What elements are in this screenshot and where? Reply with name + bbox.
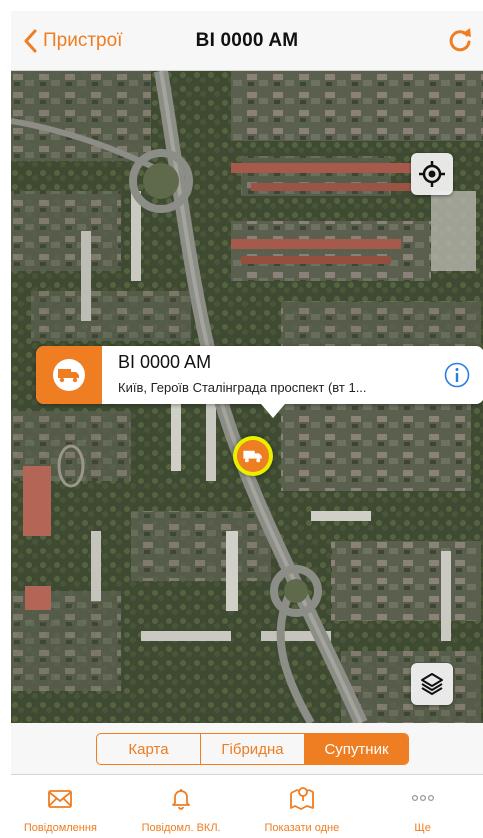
envelope-icon	[48, 790, 73, 808]
crosshair-icon	[419, 161, 445, 187]
tab-label: Ще	[414, 822, 431, 834]
callout-icon-panel	[36, 346, 102, 404]
vehicle-callout[interactable]: BI 0000 AM Київ, Героїв Сталінграда прос…	[36, 346, 483, 418]
map-type-option-satellite[interactable]: Супутник	[305, 734, 408, 764]
page-title: BI 0000 AM	[195, 30, 299, 51]
satellite-map[interactable]: BI 0000 AM Київ, Героїв Сталінграда прос…	[11, 71, 483, 723]
map-type-segmented-control: Карта Гібридна Супутник	[96, 733, 409, 765]
my-location-button[interactable]	[411, 153, 453, 195]
callout-address: Київ, Героїв Сталінграда проспект (вт 1.…	[118, 380, 367, 395]
map-type-bar: Карта Гібридна Супутник	[11, 723, 483, 775]
truck-icon	[243, 450, 262, 463]
truck-icon-badge	[53, 359, 85, 391]
map-type-option-hybrid[interactable]: Гібридна	[201, 734, 305, 764]
info-icon[interactable]	[444, 362, 470, 388]
map-type-option-map[interactable]: Карта	[97, 734, 201, 764]
refresh-icon[interactable]	[445, 25, 475, 55]
tab-label: Показати одне	[264, 822, 340, 834]
tab-messages[interactable]: Повідомлення	[0, 776, 121, 838]
tab-more[interactable]: Ще	[362, 776, 483, 838]
callout-title: BI 0000 AM	[118, 352, 212, 372]
map-pin-icon	[289, 787, 314, 810]
bell-icon	[172, 789, 191, 810]
tab-show-one[interactable]: Показати одне	[242, 776, 363, 838]
truck-icon	[58, 369, 79, 383]
tab-notifications[interactable]: Повідомл. ВКЛ.	[121, 776, 242, 838]
map-layers-button[interactable]	[411, 663, 453, 705]
callout-pointer	[261, 404, 285, 418]
vehicle-marker-core	[237, 440, 269, 472]
navigation-bar: Пристрої BI 0000 AM	[11, 11, 483, 71]
layers-icon	[421, 673, 443, 695]
tab-bar: Повідомлення Повідомл. ВКЛ. Показати одн…	[0, 776, 483, 838]
app-screen: Пристрої BI 0000 AM BI 0000 AM Київ, Гер…	[0, 0, 483, 838]
more-dots-icon	[411, 794, 434, 802]
vehicle-marker[interactable]	[233, 436, 273, 476]
tab-label: Повідомл. ВКЛ.	[141, 822, 221, 834]
tab-label: Повідомлення	[23, 822, 97, 834]
